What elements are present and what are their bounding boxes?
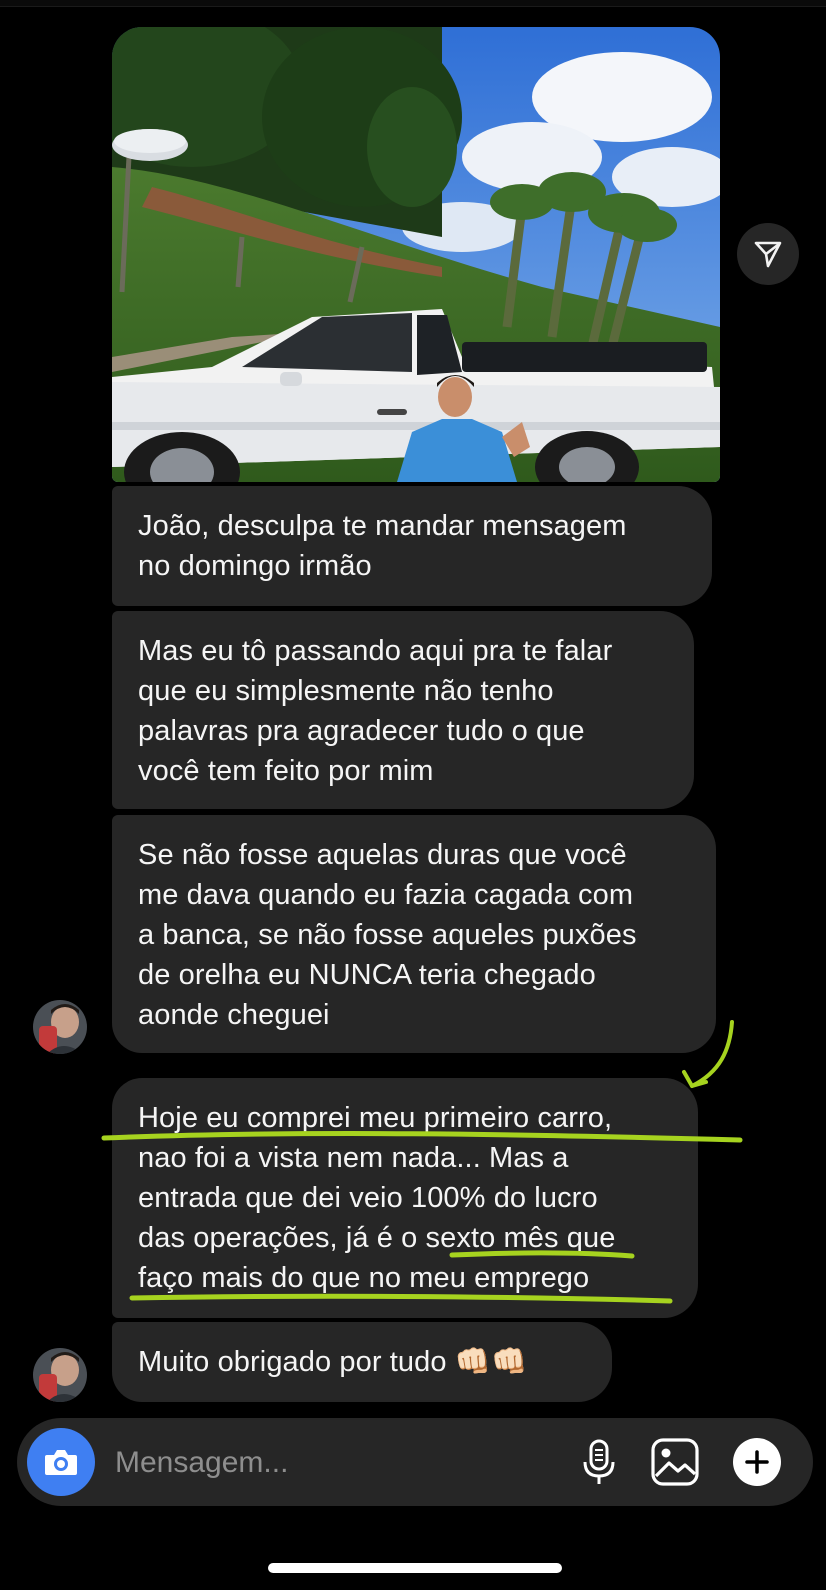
image-gallery-icon	[651, 1438, 699, 1486]
sender-avatar[interactable]	[33, 1348, 87, 1402]
status-divider	[0, 0, 826, 7]
home-indicator[interactable]	[268, 1563, 562, 1573]
photo-message[interactable]	[112, 27, 720, 482]
share-button[interactable]	[737, 223, 799, 285]
message-bubble[interactable]: Hoje eu comprei meu primeiro carro, nao …	[112, 1078, 698, 1318]
camera-icon	[45, 1450, 77, 1475]
message-bubble[interactable]: Se não fosse aquelas duras que você me d…	[112, 815, 716, 1053]
camera-button[interactable]	[27, 1428, 95, 1496]
avatar-photo	[33, 1348, 87, 1402]
message-composer	[17, 1418, 813, 1506]
microphone-icon	[583, 1439, 615, 1484]
message-bubble[interactable]: João, desculpa te mandar mensagem no dom…	[112, 486, 712, 606]
more-options-button[interactable]	[733, 1438, 781, 1486]
message-bubble[interactable]: Mas eu tô passando aqui pra te falar que…	[112, 611, 694, 809]
sender-avatar[interactable]	[33, 1000, 87, 1054]
gallery-button[interactable]	[649, 1436, 701, 1488]
microphone-button[interactable]	[577, 1438, 621, 1488]
message-bubble[interactable]: Muito obrigado por tudo 👊🏻👊🏻	[112, 1322, 612, 1402]
photo-truck-image	[112, 27, 720, 482]
message-input[interactable]	[113, 1438, 557, 1488]
arrow-head-annotation	[682, 1070, 708, 1088]
avatar-photo	[33, 1000, 87, 1054]
paper-plane-icon	[754, 241, 782, 268]
plus-icon	[745, 1450, 769, 1474]
